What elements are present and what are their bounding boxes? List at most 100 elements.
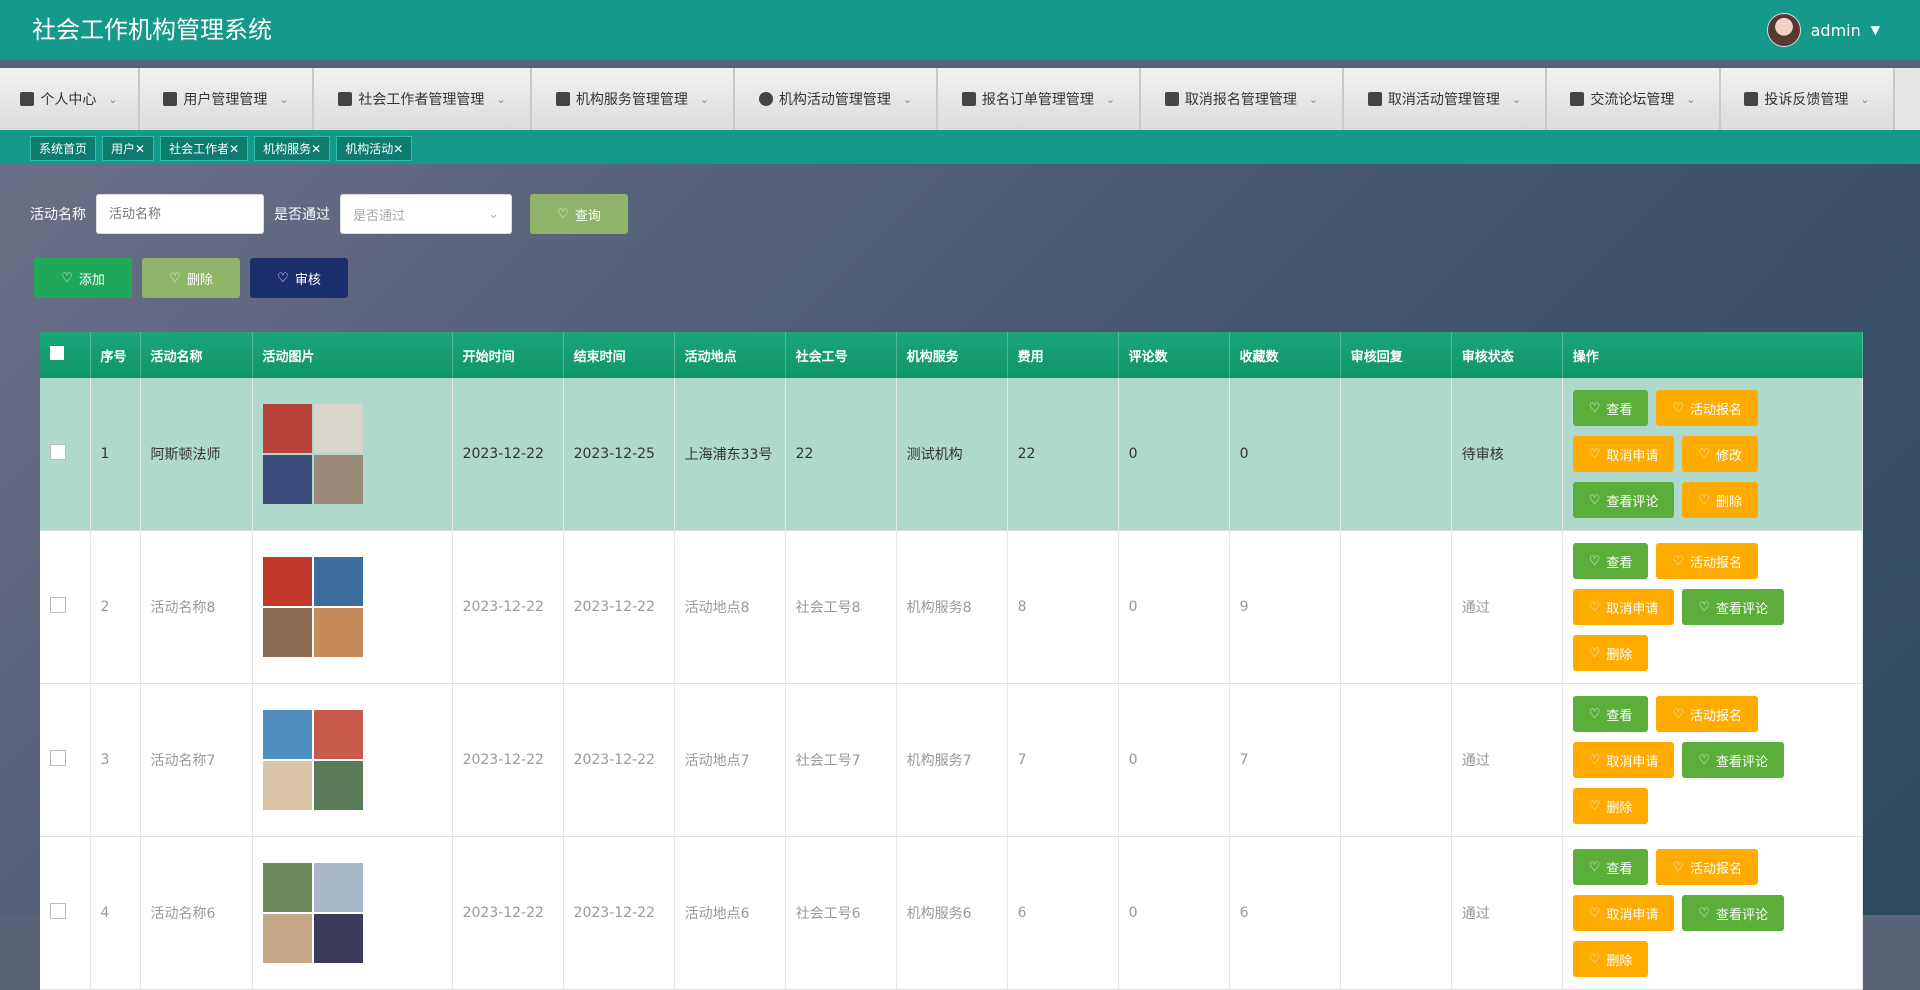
op-button-label: 活动报名 — [1690, 402, 1743, 418]
heart-icon: ♡ — [1672, 859, 1685, 875]
cell-worker-id: 社会工号8 — [785, 530, 897, 684]
cell-end: 2023-12-22 — [563, 683, 675, 837]
cell-favorites: 6 — [1229, 836, 1341, 990]
avatar[interactable] — [1766, 13, 1801, 47]
row-checkbox[interactable] — [50, 903, 66, 919]
op-button-label: 删除 — [1716, 494, 1743, 510]
delete-button[interactable]: ♡ 删除 — [142, 258, 240, 298]
table-body: 1 阿斯顿法师 2023-12-22 2023-12-25 上海浦东33号 22 测试机构 2… — [40, 378, 1864, 990]
activity-image[interactable] — [262, 710, 363, 810]
caret-down-icon[interactable]: ▼ — [1871, 23, 1880, 37]
op-button[interactable]: ♡ 取消申请 — [1572, 895, 1675, 931]
op-button[interactable]: ♡ 活动报名 — [1656, 696, 1759, 732]
table-row[interactable]: 3 活动名称7 2023-12-22 2023-12-22 活动地点7 社会工号7 机构服务… — [40, 683, 1864, 837]
nav-item-1[interactable]: 用户管理管理 ⌄ — [140, 68, 314, 130]
table-row[interactable]: 1 阿斯顿法师 2023-12-22 2023-12-25 上海浦东33号 22 测试机构 2… — [40, 378, 1864, 531]
nav-item-0[interactable]: 个人中心 ⌄ — [0, 68, 140, 130]
op-button-label: 活动报名 — [1690, 555, 1743, 571]
row-checkbox[interactable] — [50, 444, 66, 460]
select-all-checkbox[interactable] — [50, 346, 64, 360]
op-button[interactable]: ♡ 删除 — [1682, 482, 1759, 518]
row-select-cell — [40, 378, 91, 531]
op-button[interactable]: ♡ 删除 — [1572, 635, 1649, 671]
row-select-cell — [40, 530, 91, 684]
cell-worker-id: 22 — [785, 378, 897, 531]
nav-item-label: 个人中心 — [40, 92, 97, 108]
nav-item-label: 社会工作者管理管理 — [358, 92, 485, 108]
row-checkbox[interactable] — [50, 597, 66, 613]
heart-icon: ♡ — [1588, 492, 1601, 508]
row-select-cell — [40, 836, 91, 990]
user-menu[interactable]: admin ▼ — [1766, 13, 1880, 47]
nav-item-6[interactable]: 取消报名管理管理 ⌄ — [1141, 68, 1344, 130]
nav-item-3[interactable]: 机构服务管理管理 ⌄ — [532, 68, 735, 130]
activity-image[interactable] — [262, 557, 363, 657]
approved-label: 是否通过 — [274, 207, 330, 223]
activity-name-label: 活动名称 — [30, 207, 86, 223]
tab-tag[interactable]: 系统首页 — [30, 136, 97, 161]
heart-icon: ♡ — [61, 270, 73, 286]
op-button[interactable]: ♡ 查看评论 — [1682, 895, 1785, 931]
op-button[interactable]: ♡ 查看 — [1572, 696, 1649, 732]
cell-start: 2023-12-22 — [452, 683, 564, 837]
activity-name-input[interactable] — [96, 194, 264, 234]
op-button[interactable]: ♡ 查看 — [1572, 543, 1649, 579]
nav-item-8[interactable]: 交流论坛管理 ⌄ — [1547, 68, 1721, 130]
activity-image[interactable] — [262, 404, 363, 504]
op-button[interactable]: ♡ 查看评论 — [1682, 742, 1785, 778]
table-row[interactable]: 4 活动名称6 2023-12-22 2023-12-22 活动地点6 社会工号6 机构服务… — [40, 836, 1864, 990]
query-button[interactable]: ♡ 查询 — [530, 194, 628, 234]
nav-item-9[interactable]: 投诉反馈管理 ⌄ — [1721, 68, 1895, 130]
op-button[interactable]: ♡ 删除 — [1572, 788, 1649, 824]
cell-place: 活动地点8 — [674, 530, 786, 684]
activity-image[interactable] — [262, 863, 363, 963]
username[interactable]: admin — [1811, 21, 1861, 40]
tab-tag[interactable]: 社会工作者✕ — [160, 136, 249, 161]
cell-reply — [1340, 836, 1452, 990]
op-button[interactable]: ♡ 查看评论 — [1572, 482, 1675, 518]
op-button-label: 查看评论 — [1716, 601, 1769, 617]
op-button[interactable]: ♡ 删除 — [1572, 941, 1649, 977]
heart-icon: ♡ — [1588, 752, 1601, 768]
audit-button[interactable]: ♡ 审核 — [250, 258, 348, 298]
table-row[interactable]: 2 活动名称8 2023-12-22 2023-12-22 活动地点8 社会工号8 机构服务… — [40, 530, 1864, 684]
column-header: 活动名称 — [140, 332, 253, 378]
nav-item-4[interactable]: 机构活动管理管理 ⌄ — [735, 68, 938, 130]
sliders-icon — [961, 92, 976, 106]
cell-worker-id: 社会工号7 — [785, 683, 897, 837]
op-button[interactable]: ♡ 查看 — [1572, 390, 1649, 426]
column-header: 审核回复 — [1340, 332, 1452, 378]
heart-icon: ♡ — [277, 270, 289, 286]
tab-tag[interactable]: 用户✕ — [102, 136, 155, 161]
op-button-label: 查看评论 — [1716, 754, 1769, 770]
approved-select[interactable]: 是否通过 ⌄ — [340, 194, 512, 234]
op-button-label: 修改 — [1716, 448, 1743, 464]
op-button[interactable]: ♡ 活动报名 — [1656, 390, 1759, 426]
op-button[interactable]: ♡ 查看评论 — [1682, 589, 1785, 625]
app-title: 社会工作机构管理系统 — [32, 16, 272, 44]
nav-item-2[interactable]: 社会工作者管理管理 ⌄ — [314, 68, 532, 130]
nav-item-label: 报名订单管理管理 — [981, 92, 1094, 108]
op-button-label: 查看 — [1606, 402, 1633, 418]
cell-comments: 0 — [1118, 530, 1230, 684]
tab-tag[interactable]: 机构服务✕ — [254, 136, 331, 161]
op-button[interactable]: ♡ 活动报名 — [1656, 849, 1759, 885]
op-button-label: 删除 — [1606, 800, 1633, 816]
add-button[interactable]: ♡ 添加 — [34, 258, 132, 298]
op-button[interactable]: ♡ 查看 — [1572, 849, 1649, 885]
op-button[interactable]: ♡ 活动报名 — [1656, 543, 1759, 579]
cell-favorites: 7 — [1229, 683, 1341, 837]
cell-reply — [1340, 530, 1452, 684]
op-button[interactable]: ♡ 取消申请 — [1572, 436, 1675, 472]
row-checkbox[interactable] — [50, 750, 66, 766]
cell-service: 测试机构 — [896, 378, 1008, 531]
tags-bar: 系统首页 用户✕ 社会工作者✕ 机构服务✕ 机构活动✕ — [0, 130, 1920, 164]
op-button[interactable]: ♡ 取消申请 — [1572, 589, 1675, 625]
tab-tag[interactable]: 机构活动✕ — [336, 136, 413, 161]
activity-image-cell — [252, 836, 453, 990]
nav-item-5[interactable]: 报名订单管理管理 ⌄ — [938, 68, 1141, 130]
nav-item-7[interactable]: 取消活动管理管理 ⌄ — [1344, 68, 1547, 130]
cell-place: 上海浦东33号 — [674, 378, 786, 531]
op-button[interactable]: ♡ 取消申请 — [1572, 742, 1675, 778]
op-button[interactable]: ♡ 修改 — [1682, 436, 1759, 472]
